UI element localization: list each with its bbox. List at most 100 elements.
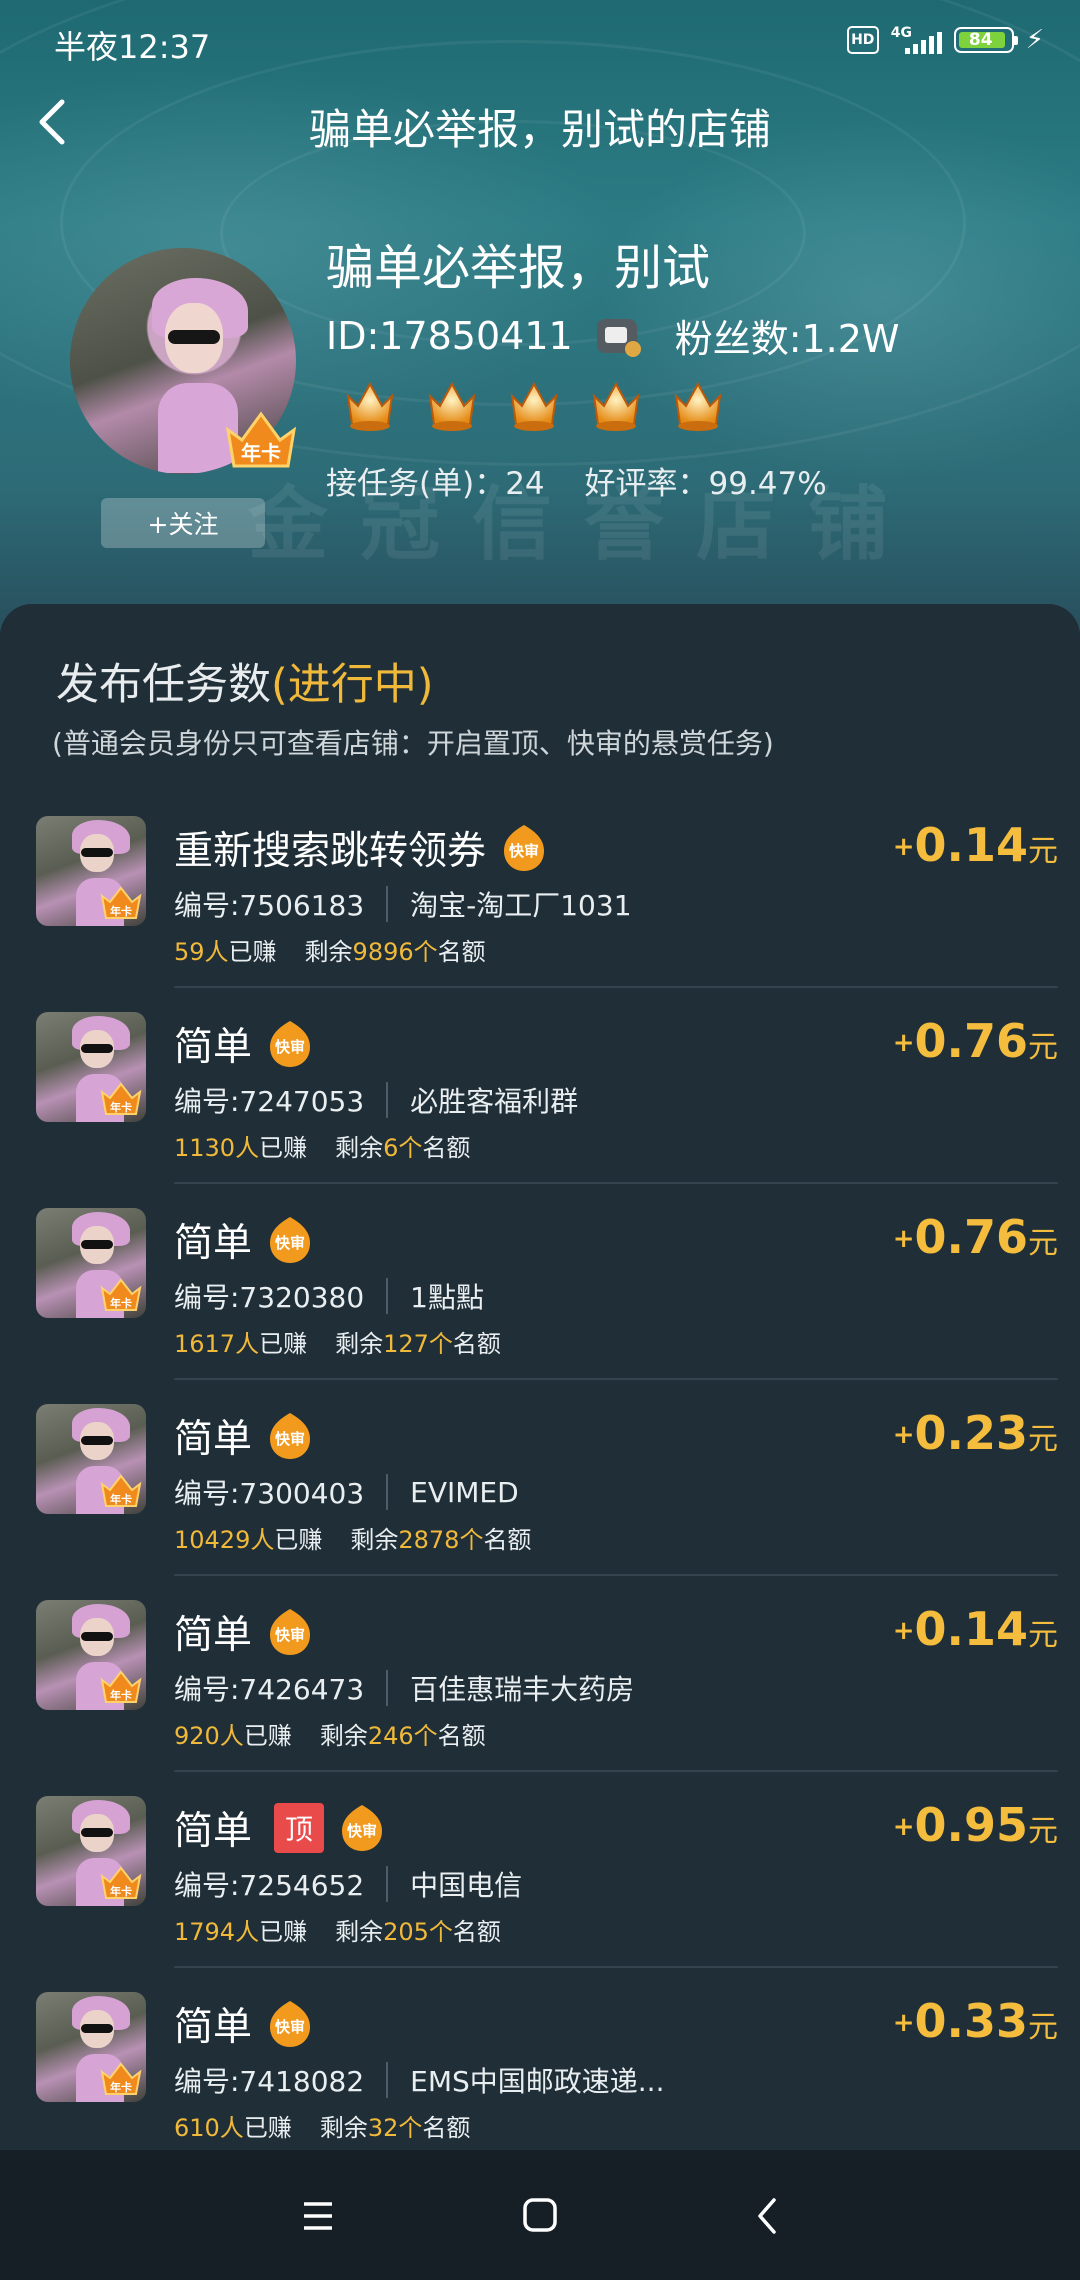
earned-count: 610人	[174, 2114, 244, 2142]
task-thumbnail: 年卡	[36, 1404, 146, 1514]
svg-text:快审: 快审	[347, 1822, 377, 1840]
quota-label: 名额	[422, 2114, 471, 2142]
year-card-badge: 年卡	[100, 1278, 142, 1312]
reward-value: 0.95	[914, 1798, 1029, 1852]
remaining-count: 127个	[383, 1330, 453, 1358]
home-icon[interactable]	[512, 2188, 568, 2244]
svg-text:快审: 快审	[509, 842, 539, 860]
year-card-badge: 年卡	[100, 1082, 142, 1116]
task-store: EVIMED	[410, 1475, 519, 1509]
charging-icon: ⚡	[1025, 25, 1044, 55]
task-store: 必胜客福利群	[410, 1085, 579, 1118]
earned-count: 920人	[174, 1722, 244, 1750]
earned-count: 1617人	[174, 1330, 260, 1358]
task-thumbnail: 年卡	[36, 1600, 146, 1710]
signal-icon: 4G	[891, 26, 942, 54]
fast-review-badge: 快审	[500, 823, 548, 873]
battery-level: 84	[968, 30, 993, 50]
divider	[174, 1966, 1058, 1968]
svg-text:年卡: 年卡	[110, 1100, 132, 1114]
remaining-label: 剩余	[304, 938, 353, 966]
quota-label: 名额	[452, 1918, 501, 1946]
reward-value: 0.76	[914, 1014, 1029, 1068]
task-reward: +0.14元	[892, 818, 1058, 872]
hd-icon: HD	[846, 26, 879, 54]
task-thumbnail: 年卡	[36, 1012, 146, 1122]
follow-button[interactable]: +关注	[101, 498, 265, 548]
svg-text:快审: 快审	[275, 1038, 305, 1056]
section-title: 发布任务数(进行中)	[56, 650, 434, 712]
task-store: 中国电信	[410, 1869, 523, 1902]
task-reward: +0.23元	[892, 1406, 1058, 1460]
task-item[interactable]: 年卡 简单 快审 编号:7247053 必胜客福利群 1130人已赚 剩余6个名额 +0.76…	[0, 1012, 1080, 1208]
task-title: 重新搜索跳转领券	[174, 829, 487, 874]
task-item[interactable]: 年卡 简单 快审 编号:7300403 EVIMED 10429人已赚 剩余2878个名额 +…	[0, 1404, 1080, 1600]
task-item[interactable]: 年卡 简单 快审 编号:7426473 百佳惠瑞丰大药房 920人已赚 剩余246个名额 +0…	[0, 1600, 1080, 1796]
year-card-badge: 年卡	[100, 886, 142, 920]
battery-icon: 84	[953, 27, 1018, 53]
reward-value: 0.76	[914, 1210, 1029, 1264]
task-progress: 920人已赚 剩余246个名额	[174, 1716, 486, 1751]
tasks-count: 接任务(单)：24	[326, 466, 545, 502]
quota-label: 名额	[437, 1722, 486, 1750]
task-progress: 610人已赚 剩余32个名额	[174, 2108, 470, 2143]
svg-text:快审: 快审	[275, 2018, 305, 2036]
fast-review-badge: 快审	[338, 1803, 386, 1853]
year-card-badge: 年卡	[225, 411, 297, 468]
shop-header: 半夜12:37 HD 4G 84 ⚡ 骗单必举报，别试的店铺 金冠信誉店铺 年卡…	[0, 0, 1080, 640]
remaining-count: 246个	[367, 1722, 438, 1750]
remaining-label: 剩余	[335, 1330, 384, 1358]
year-card-badge: 年卡	[100, 1670, 142, 1704]
divider	[174, 1770, 1058, 1772]
task-thumbnail: 年卡	[36, 816, 146, 926]
fans-count: 粉丝数:1.2W	[674, 317, 900, 361]
task-store: 1點點	[410, 1281, 484, 1314]
system-nav-bar	[0, 2150, 1080, 2280]
divider	[174, 1378, 1058, 1380]
svg-text:年卡: 年卡	[241, 441, 281, 465]
task-reward: +0.33元	[892, 1994, 1058, 2048]
crown-rating	[340, 376, 728, 434]
task-progress: 1617人已赚 剩余127个名额	[174, 1324, 501, 1359]
divider	[174, 1574, 1058, 1576]
task-item[interactable]: 年卡 简单 快审 编号:7320380 1點點 1617人已赚 剩余127个名额 +0.76元	[0, 1208, 1080, 1404]
fast-review-badge: 快审	[266, 1411, 314, 1461]
earned-label: 已赚	[228, 938, 277, 966]
remaining-label: 剩余	[350, 1526, 399, 1554]
task-thumbnail: 年卡	[36, 1796, 146, 1906]
fast-review-badge: 快审	[266, 1019, 314, 1069]
shop-name: 骗单必举报，别试	[326, 240, 711, 296]
quota-label: 名额	[437, 938, 486, 966]
task-code: 编号:7426473	[174, 1673, 365, 1706]
task-code: 编号:7254652	[174, 1869, 365, 1902]
task-store: 淘宝-淘工厂1031	[410, 889, 632, 922]
earned-label: 已赚	[243, 1722, 292, 1750]
task-code: 编号:7418082	[174, 2065, 365, 2098]
task-thumbnail: 年卡	[36, 1992, 146, 2102]
svg-text:年卡: 年卡	[110, 1884, 132, 1898]
fast-review-badge: 快审	[266, 1607, 314, 1657]
task-list: 年卡 重新搜索跳转领券 快审 编号:7506183 淘宝-淘工厂1031 59人已赚 剩余9…	[0, 816, 1080, 2188]
earned-count: 1794人	[174, 1918, 260, 1946]
back-nav-icon[interactable]	[740, 2188, 796, 2244]
task-reward: +0.14元	[892, 1602, 1058, 1656]
year-card-badge: 年卡	[100, 1866, 142, 1900]
svg-text:年卡: 年卡	[110, 1688, 132, 1702]
remaining-label: 剩余	[335, 1134, 384, 1162]
task-item[interactable]: 年卡 简单顶 快审 编号:7254652 中国电信 1794人已赚 剩余205个名额 +0.9…	[0, 1796, 1080, 1992]
crown-icon	[422, 376, 482, 434]
shop-stats: 接任务(单)：24 好评率：99.47%	[326, 458, 857, 503]
task-item[interactable]: 年卡 重新搜索跳转领券 快审 编号:7506183 淘宝-淘工厂1031 59人已赚 剩余9…	[0, 816, 1080, 1012]
divider	[174, 986, 1058, 988]
fast-review-badge: 快审	[266, 1999, 314, 2049]
top-tag: 顶	[274, 1803, 325, 1853]
crown-icon	[668, 376, 728, 434]
crown-icon	[340, 376, 400, 434]
reward-value: 0.23	[914, 1406, 1029, 1460]
page-title: 骗单必举报，别试的店铺	[308, 105, 771, 154]
task-store: EMS中国邮政速递...	[410, 2065, 665, 2098]
task-panel: 发布任务数(进行中) (普通会员身份只可查看店铺：开启置顶、快审的悬赏任务) 年…	[0, 604, 1080, 2150]
menu-icon[interactable]	[290, 2188, 346, 2244]
task-reward: +0.76元	[892, 1014, 1058, 1068]
task-title: 简单	[174, 1613, 253, 1658]
